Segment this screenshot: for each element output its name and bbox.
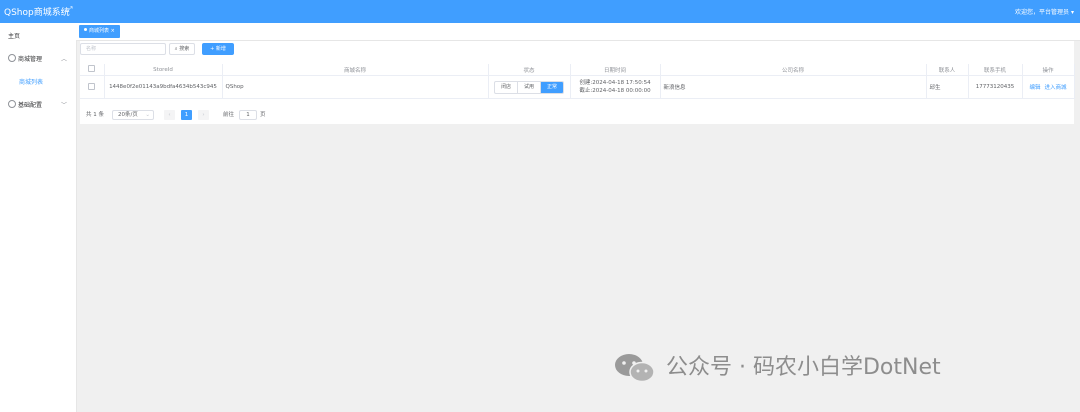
expand-icon[interactable]: ⤢ [66,5,72,15]
user-name: 欢迎您，平台管理员 [1015,9,1070,16]
company-name: 新浪信息 [660,75,927,99]
column-header: 公司名称 [660,64,927,76]
store-name: QShop [222,75,489,99]
goto-label: 前往 [223,112,235,118]
column-header: 日期时间 [570,64,661,76]
select-all-checkbox[interactable] [80,64,105,76]
status-option-closed[interactable]: 闭店 [495,81,518,93]
page-size-select[interactable]: 20条/页 ⌄ [112,110,154,120]
add-button[interactable]: + 新增 [202,43,234,55]
sidebar-item-label: 主页 [8,33,21,40]
column-header: 商城名称 [222,64,489,76]
dot-icon [84,28,87,31]
column-header: StoreId [104,64,223,76]
search-button[interactable]: ⌕ 搜索 [169,43,195,55]
contact-phone: 17773120435 [968,75,1023,99]
watermark-text: 公众号 · 码农小白学DotNet [666,355,941,380]
top-bar: QShop商城系统 ⤢ 欢迎您，平台管理员 ▾ [0,0,1080,23]
search-button-label: 搜索 [179,46,190,52]
sidebar-item-label: 基础配置 [18,102,43,109]
table-row: 1448e0f2e01143a9bdfa4634b543c945 QShop 闭… [80,75,1075,99]
created-date: 创建:2024-04-18 17:50:54 [579,80,651,86]
sidebar-item-label: 商城列表 [19,79,44,86]
content-card: 名称 ⌕ 搜索 + 新增 StoreId 商城名称 状态 日期时间 公司名称 联… [80,41,1075,124]
chevron-down-icon: ﹀ [60,102,67,109]
page-number[interactable]: 1 [181,110,192,120]
close-icon[interactable]: × [111,28,115,34]
date-cell: 创建:2024-04-18 17:50:54 截止:2024-04-18 00:… [570,75,661,99]
enter-store-link[interactable]: 进入商城 [1045,85,1067,91]
actions-cell: 编辑 进入商城 [1022,75,1075,99]
column-header: 状态 [488,64,571,76]
column-header: 操作 [1022,64,1075,76]
tab-store-list[interactable]: 商城列表 × [79,25,120,38]
next-page-button[interactable]: › [198,110,209,120]
column-header: 联系人 [926,64,969,76]
caret-down-icon: ▾ [1070,9,1074,16]
status-option-normal[interactable]: 正常 [541,81,564,93]
sidebar-item-home[interactable]: 主页 [0,26,76,48]
status-segmented: 闭店 试用 正常 [493,80,565,94]
chevron-down-icon: ⌄ [145,112,150,118]
status-option-trial[interactable]: 试用 [518,81,541,93]
column-header: 联系手机 [968,64,1023,76]
tab-label: 商城列表 [89,28,110,34]
table-header: StoreId 商城名称 状态 日期时间 公司名称 联系人 联系手机 操作 [80,64,1075,76]
page-size-value: 20条/页 [118,112,138,118]
status-cell: 闭店 试用 正常 [488,75,571,99]
chevron-up-icon: ︿ [60,56,67,63]
tabs-bar: 商城列表 × [76,23,1080,41]
edit-link[interactable]: 编辑 [1029,85,1040,91]
gear-icon [8,54,16,62]
store-id: 1448e0f2e01143a9bdfa4634b543c945 [104,75,223,99]
total-count: 共 1 条 [86,112,104,118]
row-checkbox[interactable] [80,75,105,99]
gear-icon [8,100,16,108]
app-title: QShop商城系统 [4,8,70,18]
prev-page-button[interactable]: ‹ [164,110,175,120]
sidebar-item-basic-config[interactable]: 基础配置 ﹀ [0,95,76,117]
wechat-icon [615,354,655,383]
user-menu[interactable]: 欢迎您，平台管理员 ▾ [1015,7,1074,16]
search-icon: ⌕ [174,46,178,52]
contact-name: 邱生 [926,75,969,99]
expire-date: 截止:2024-04-18 00:00:00 [579,88,651,94]
sidebar-item-store-list[interactable]: 商城列表 [0,72,76,94]
store-table: StoreId 商城名称 状态 日期时间 公司名称 联系人 联系手机 操作 14… [80,64,1075,99]
goto-input[interactable]: 1 [239,110,257,120]
sidebar: 主页 商城管理 ︿ 商城列表 基础配置 ﹀ [0,23,77,412]
page-unit: 页 [260,112,266,118]
sidebar-item-label: 商城管理 [18,56,43,63]
sidebar-item-store-management[interactable]: 商城管理 ︿ [0,49,76,71]
search-input[interactable]: 名称 [80,43,166,55]
